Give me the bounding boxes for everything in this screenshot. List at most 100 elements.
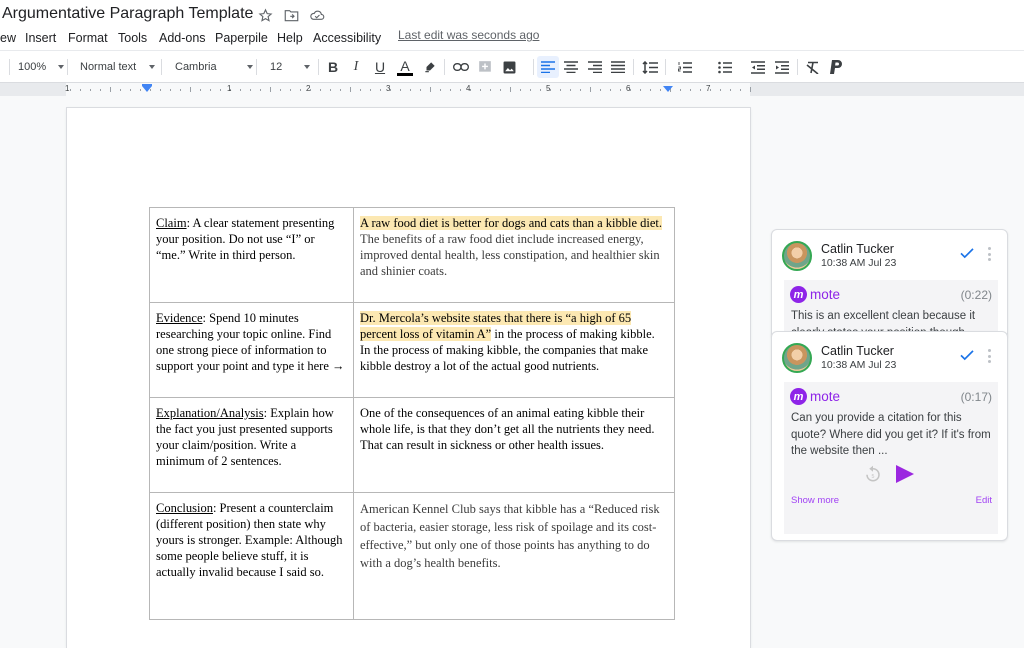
- menu-add-ons[interactable]: Add-ons: [159, 31, 206, 45]
- bulleted-list-icon: [718, 61, 732, 73]
- edit-link[interactable]: Edit: [976, 495, 992, 506]
- ruler-tick: [190, 87, 191, 92]
- mote-player-controls: 5: [864, 465, 914, 483]
- clear-formatting-button[interactable]: [802, 56, 824, 78]
- font-size-select[interactable]: 12: [270, 56, 311, 78]
- ruler-tick: [640, 89, 641, 91]
- ruler[interactable]: 1 1 2 3 4 5 6 7: [0, 82, 1024, 96]
- cloud-saved-icon[interactable]: [309, 7, 325, 23]
- show-more-link[interactable]: Show more: [791, 495, 839, 506]
- table-cell-instruction[interactable]: Claim: A clear statement presenting your…: [149, 207, 354, 303]
- replay-5-icon[interactable]: 5: [864, 465, 882, 483]
- title-bar: Argumentative Paragraph Template: [0, 0, 1024, 28]
- ruler-label: 4: [466, 84, 471, 93]
- ruler-tick: [300, 89, 301, 91]
- mote-transcript: Can you provide a citation for this quot…: [791, 412, 991, 457]
- move-to-folder-icon[interactable]: [283, 7, 299, 23]
- mote-duration: (0:17): [960, 390, 992, 404]
- table-cell-response[interactable]: A raw food diet is better for dogs and c…: [353, 207, 675, 303]
- table-cell-response[interactable]: One of the consequences of an animal eat…: [353, 397, 675, 493]
- italic-button[interactable]: I: [345, 56, 367, 78]
- menu-tools[interactable]: Tools: [118, 31, 147, 45]
- ruler-label: 5: [546, 84, 551, 93]
- play-icon[interactable]: [896, 465, 914, 483]
- numbered-list-button[interactable]: [671, 56, 705, 78]
- comment-author: Catlin Tucker: [821, 344, 894, 358]
- table-cell-response[interactable]: Dr. Mercola’s website states that there …: [353, 302, 675, 398]
- ruler-tick: [220, 89, 221, 91]
- bold-icon: B: [327, 59, 339, 75]
- underline-button[interactable]: U: [369, 56, 391, 78]
- ruler-tick: [270, 87, 271, 92]
- menu-bar: ew Insert Format Tools Add-ons Paperpile…: [0, 28, 1024, 50]
- table-cell-instruction[interactable]: Conclusion: Present a counterclaim (diff…: [149, 492, 354, 620]
- ruler-tick: [440, 89, 441, 91]
- document-title[interactable]: Argumentative Paragraph Template: [2, 5, 253, 23]
- mote-brand: mote: [810, 287, 841, 302]
- document-page[interactable]: Claim: A clear statement presenting your…: [67, 108, 750, 648]
- more-options-icon[interactable]: [988, 349, 992, 363]
- menu-format[interactable]: Format: [68, 31, 108, 45]
- mote-logo: m mote: [790, 286, 840, 303]
- table-cell-response[interactable]: American Kennel Club says that kibble ha…: [353, 492, 675, 620]
- font-select[interactable]: Cambria: [175, 56, 253, 78]
- underline-icon: U: [374, 59, 386, 75]
- highlight-button[interactable]: [419, 56, 441, 78]
- menu-help[interactable]: Help: [277, 31, 303, 45]
- ruler-tick: [580, 89, 581, 91]
- toolbar-divider: [161, 59, 162, 75]
- table-cell-instruction[interactable]: Explanation/Analysis: Explain how the fa…: [149, 397, 354, 493]
- ruler-tick: [90, 89, 91, 91]
- ruler-tick: [340, 89, 341, 91]
- comment-card[interactable]: Catlin Tucker 10:38 AM Jul 23 m mote (0:…: [771, 229, 1008, 339]
- insert-link-button[interactable]: [450, 56, 472, 78]
- resolve-check-icon[interactable]: [958, 346, 976, 364]
- mote-logo: m mote: [790, 388, 840, 405]
- ruler-tick: [170, 89, 171, 91]
- comment-card[interactable]: Catlin Tucker 10:38 AM Jul 23 m mote (0:…: [771, 331, 1008, 541]
- more-options-icon[interactable]: [988, 247, 992, 261]
- ruler-label: 1: [227, 84, 232, 93]
- zoom-select[interactable]: 100%: [18, 56, 65, 78]
- ruler-tick: [500, 89, 501, 91]
- align-right-button[interactable]: [584, 56, 606, 78]
- increase-indent-button[interactable]: [771, 56, 793, 78]
- menu-insert[interactable]: Insert: [25, 31, 56, 45]
- resolve-check-icon[interactable]: [958, 244, 976, 262]
- paperpile-button[interactable]: [825, 56, 847, 78]
- bold-button[interactable]: B: [322, 56, 344, 78]
- ruler-label: 6: [626, 84, 631, 93]
- line-spacing-button[interactable]: [639, 56, 661, 78]
- ruler-tick: [70, 89, 71, 91]
- ruler-tick: [100, 89, 101, 91]
- table-cell-instruction[interactable]: Evidence: Spend 10 minutes researching y…: [149, 302, 354, 398]
- star-icon[interactable]: [257, 7, 273, 23]
- ruler-content-area: [66, 83, 750, 96]
- ruler-label: 1: [65, 84, 70, 93]
- menu-accessibility[interactable]: Accessibility: [313, 31, 381, 45]
- ruler-tick: [250, 89, 251, 91]
- toolbar-divider: [318, 59, 319, 75]
- bulleted-list-button[interactable]: [711, 56, 745, 78]
- justify-button[interactable]: [607, 56, 629, 78]
- align-left-button[interactable]: [537, 56, 559, 78]
- align-center-button[interactable]: [560, 56, 582, 78]
- response-text: American Kennel Club says that kibble ha…: [360, 502, 660, 570]
- ruler-tick: [400, 89, 401, 91]
- add-comment-button[interactable]: [474, 56, 496, 78]
- menu-paperpile[interactable]: Paperpile: [215, 31, 268, 45]
- font-size-value: 12: [270, 61, 283, 73]
- left-indent-handle[interactable]: [142, 86, 152, 92]
- insert-image-button[interactable]: [496, 56, 526, 78]
- ruler-tick: [460, 89, 461, 91]
- highlighted-text[interactable]: A raw food diet is better for dogs and c…: [360, 216, 663, 230]
- menu-view[interactable]: ew: [0, 31, 16, 45]
- right-indent-handle[interactable]: [663, 86, 673, 92]
- paragraph-style-select[interactable]: Normal text: [80, 56, 156, 78]
- last-edit-link[interactable]: Last edit was seconds ago: [398, 28, 539, 42]
- ruler-tick: [430, 87, 431, 92]
- add-comment-icon: [479, 61, 491, 72]
- decrease-indent-button[interactable]: [747, 56, 769, 78]
- text-color-button[interactable]: A: [394, 56, 416, 78]
- chevron-down-icon: [149, 65, 156, 69]
